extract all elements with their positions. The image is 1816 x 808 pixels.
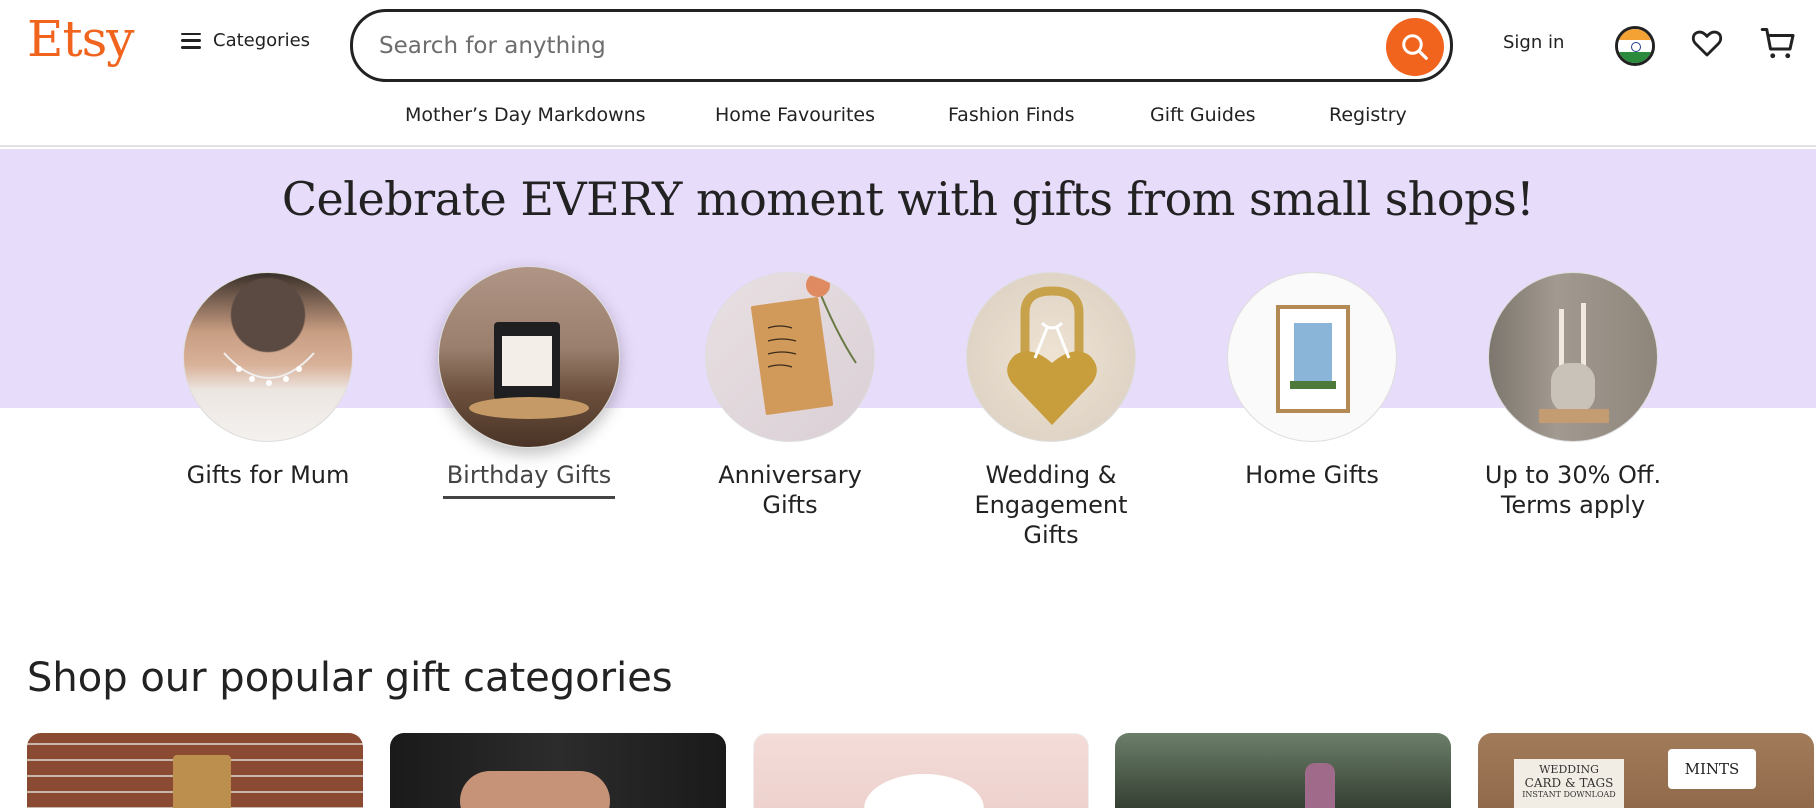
wedding-card-tag: WEDDING CARD & TAGS INSTANT DOWNLOAD: [1514, 759, 1624, 808]
flower-image: [1305, 763, 1335, 808]
gift-category-label: Gifts for Mum: [186, 461, 350, 489]
gift-category-anniversary-gifts[interactable]: Anniversary Gifts: [670, 272, 910, 520]
gift-category-sale[interactable]: Up to 30% Off. Terms apply: [1453, 272, 1693, 520]
header: Etsy Categories Sign in: [0, 0, 1816, 92]
gift-category-home-gifts[interactable]: Home Gifts: [1192, 272, 1432, 490]
categories-button[interactable]: Categories: [181, 30, 310, 51]
gift-category-gifts-for-mum[interactable]: Gifts for Mum: [148, 272, 388, 490]
bag-image: [173, 755, 231, 808]
nav-gift-guides[interactable]: Gift Guides: [1150, 104, 1256, 126]
banner-title: Celebrate EVERY moment with gifts from s…: [281, 172, 1535, 226]
gift-category-wedding-engagement-gifts[interactable]: Wedding & Engagement Gifts: [931, 272, 1171, 550]
nav-fashion-finds[interactable]: Fashion Finds: [948, 104, 1075, 126]
gift-category-card[interactable]: [1115, 733, 1451, 808]
search-button[interactable]: [1386, 18, 1444, 76]
search-icon: [1402, 34, 1428, 60]
gift-category-label: Home Gifts: [1245, 461, 1379, 489]
favorites-heart-icon[interactable]: [1690, 26, 1724, 60]
home-gifts-image: [1227, 272, 1397, 442]
sign-in-link[interactable]: Sign in: [1503, 32, 1564, 53]
gift-category-card[interactable]: WEDDING CARD & TAGS INSTANT DOWNLOAD MIN…: [1478, 733, 1814, 808]
category-nav: Mother’s Day Markdowns Home Favourites F…: [0, 92, 1816, 147]
menu-icon: [181, 32, 201, 49]
wedding-engagement-gifts-image: [966, 272, 1136, 442]
anniversary-gifts-image: [705, 272, 875, 442]
cart-icon[interactable]: [1760, 25, 1796, 61]
etsy-logo[interactable]: Etsy: [27, 10, 134, 68]
gift-category-label: Birthday Gifts: [446, 461, 612, 489]
section-title: Shop our popular gift categories: [27, 655, 673, 701]
gift-category-card[interactable]: [27, 733, 363, 808]
search-input[interactable]: [379, 26, 1329, 66]
sale-image: [1488, 272, 1658, 442]
gift-category-card[interactable]: [753, 733, 1089, 808]
nav-registry[interactable]: Registry: [1329, 104, 1407, 126]
gift-category-label: Anniversary Gifts: [718, 461, 862, 519]
active-underline: [443, 496, 615, 499]
plate-image: [864, 774, 984, 808]
nav-mothers-day-markdowns[interactable]: Mother’s Day Markdowns: [405, 104, 646, 126]
nav-home-favourites[interactable]: Home Favourites: [715, 104, 875, 126]
categories-label: Categories: [213, 30, 311, 51]
gift-category-birthday-gifts[interactable]: Birthday Gifts: [409, 266, 649, 499]
gifts-for-mum-image: [183, 272, 353, 442]
birthday-gifts-image: [438, 266, 620, 448]
search-bar: [350, 9, 1453, 82]
mints-tag: MINTS: [1668, 749, 1756, 789]
region-flag-icon[interactable]: [1615, 26, 1655, 66]
gift-category-label: Wedding & Engagement Gifts: [974, 461, 1128, 549]
gift-category-card[interactable]: [390, 733, 726, 808]
hand-image: [460, 771, 610, 808]
gift-category-label: Up to 30% Off. Terms apply: [1484, 461, 1662, 519]
